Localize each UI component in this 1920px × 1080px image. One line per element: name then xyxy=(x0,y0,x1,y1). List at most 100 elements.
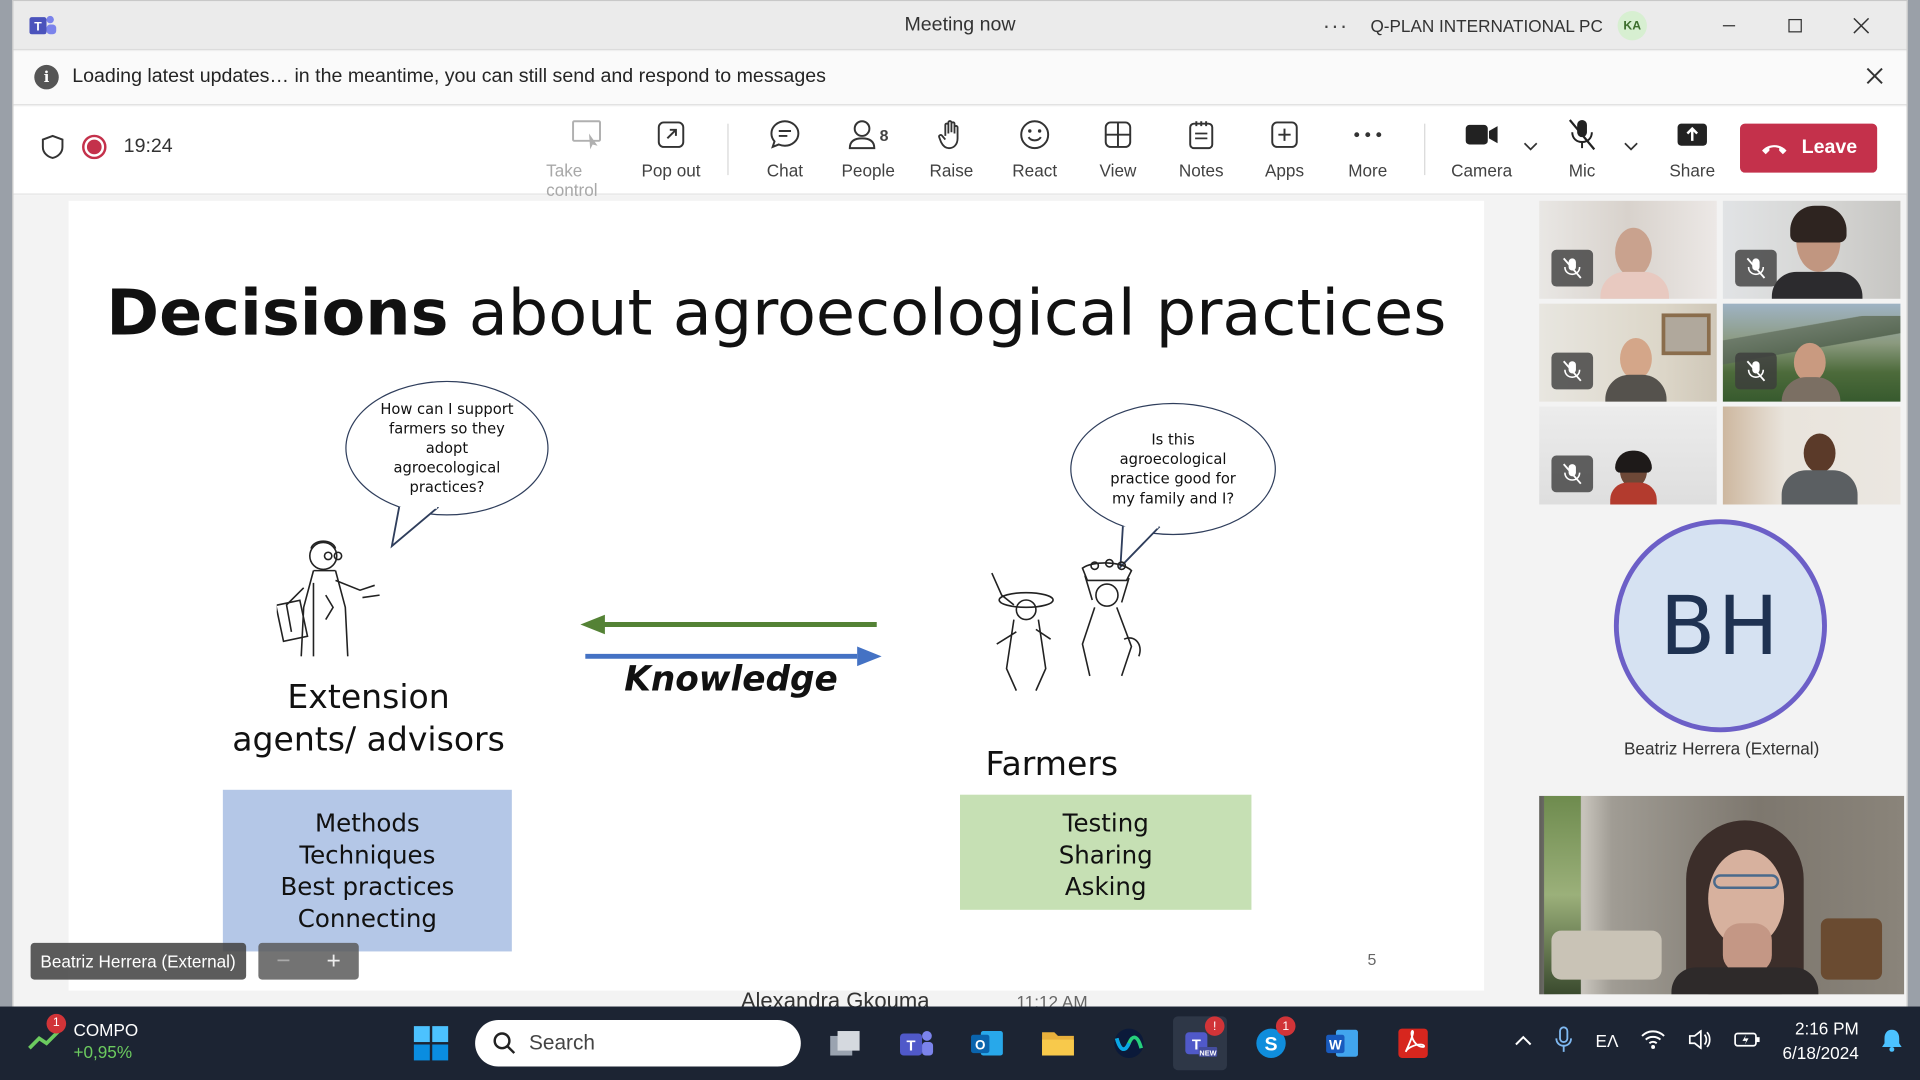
maximize-button[interactable] xyxy=(1762,1,1828,50)
smile-icon xyxy=(1020,120,1050,150)
camera-label: Camera xyxy=(1451,160,1513,181)
webex-app[interactable] xyxy=(1102,1016,1156,1070)
extension-agents-label: Extension agents/ advisors xyxy=(203,676,534,762)
participant-name: Beatriz Herrera (External) xyxy=(1623,738,1820,758)
muted-mic-icon xyxy=(1551,352,1594,390)
meeting-toolbar: 19:24 Take control Pop out Chat 8 People xyxy=(13,106,1907,200)
participant-video-tile[interactable] xyxy=(1722,303,1901,402)
right-speech-bubble: Is this agroecological practice good for… xyxy=(1070,402,1276,536)
camera-button[interactable]: Camera xyxy=(1440,116,1523,180)
clock[interactable]: 2:16 PM 6/18/2024 xyxy=(1783,1016,1859,1065)
chat-icon xyxy=(770,120,800,149)
participant-video-tile[interactable] xyxy=(1722,406,1901,505)
right-bubble-text: Is this agroecological practice good for… xyxy=(1110,431,1236,507)
teams-new-app[interactable]: T NEW! xyxy=(1173,1016,1227,1071)
word-icon: W xyxy=(1326,1029,1358,1057)
people-label: People xyxy=(841,160,895,181)
participant-video-tile[interactable] xyxy=(1722,200,1901,299)
microphone-tray-icon[interactable] xyxy=(1554,1025,1574,1057)
info-icon: i xyxy=(34,64,59,90)
left-speech-bubble: How can I support farmers so they adopt … xyxy=(345,380,549,516)
show-hidden-icons-chevron-icon[interactable] xyxy=(1515,1031,1532,1051)
shared-slide: Decisions about agroecological practices… xyxy=(68,200,1485,991)
participant-video-tile[interactable] xyxy=(1539,406,1717,505)
stock-widget[interactable]: 1 COMPO +0,95% xyxy=(27,1013,138,1063)
svg-text:W: W xyxy=(1329,1037,1342,1052)
outlook-app[interactable]: O xyxy=(960,1016,1014,1070)
clock-time: 2:16 PM xyxy=(1794,1018,1859,1039)
advisor-illustration xyxy=(276,540,380,657)
zoom-out-icon[interactable]: − xyxy=(276,947,290,975)
chat-button[interactable]: Chat xyxy=(743,116,826,180)
mic-button[interactable]: Mic xyxy=(1540,116,1623,180)
more-button[interactable]: More xyxy=(1326,116,1409,180)
camera-options-chevron-icon[interactable] xyxy=(1523,138,1540,155)
share-button[interactable]: Share xyxy=(1651,116,1734,180)
chat-label: Chat xyxy=(766,160,804,181)
file-explorer-app[interactable] xyxy=(1031,1016,1085,1070)
extension-label-line-2: agents/ advisors xyxy=(232,721,505,760)
teams-icon: T xyxy=(900,1031,934,1056)
acrobat-app[interactable] xyxy=(1386,1016,1440,1070)
self-view-video[interactable] xyxy=(1539,795,1905,995)
slide-title: Decisions about agroecological practices xyxy=(69,277,1485,350)
start-button[interactable] xyxy=(404,1016,458,1070)
language-indicator[interactable]: EΛ xyxy=(1596,1031,1619,1051)
raise-hand-button[interactable]: Raise xyxy=(910,116,993,180)
people-button[interactable]: 8 People xyxy=(827,116,910,180)
leave-button[interactable]: Leave xyxy=(1740,123,1878,173)
box-item: Methods xyxy=(315,808,420,838)
screen: T Meeting now ··· Q-PLAN INTERNATIONAL P… xyxy=(0,0,1920,1080)
skype-badge: 1 xyxy=(1275,1016,1296,1036)
leave-label: Leave xyxy=(1801,137,1858,158)
teams-app[interactable]: T xyxy=(889,1016,943,1070)
task-view-icon xyxy=(830,1031,860,1056)
update-banner: i Loading latest updates… in the meantim… xyxy=(13,51,1907,106)
system-tray: EΛ 2:16 PM 6/18/2024 xyxy=(1515,1016,1903,1065)
notes-button[interactable]: Notes xyxy=(1160,116,1243,180)
pop-out-label: Pop out xyxy=(641,160,701,181)
shield-icon[interactable] xyxy=(40,133,64,160)
more-label: More xyxy=(1348,160,1388,181)
zoom-in-icon[interactable]: + xyxy=(327,947,341,975)
participant-video-tile[interactable] xyxy=(1539,303,1717,402)
people-count: 8 xyxy=(879,125,889,144)
take-control-label: Take control xyxy=(546,160,598,200)
wifi-icon[interactable] xyxy=(1640,1029,1665,1052)
teams-meeting-window: T Meeting now ··· Q-PLAN INTERNATIONAL P… xyxy=(12,0,1908,1013)
take-control-button[interactable]: Take control xyxy=(546,116,629,200)
battery-icon[interactable] xyxy=(1733,1029,1761,1052)
alert-badge-icon: ! xyxy=(1204,1016,1225,1036)
mic-options-chevron-icon[interactable] xyxy=(1624,138,1641,155)
box-item: Connecting xyxy=(297,903,437,934)
react-button[interactable]: React xyxy=(993,116,1076,180)
featured-participant[interactable]: BH Beatriz Herrera (External) xyxy=(1539,516,1905,774)
close-banner-button[interactable] xyxy=(1865,61,1885,93)
left-bubble-text: How can I support farmers so they adopt … xyxy=(380,400,514,496)
folder-icon xyxy=(1042,1032,1074,1056)
view-button[interactable]: View xyxy=(1076,116,1159,180)
react-label: React xyxy=(1012,160,1058,181)
skype-app[interactable]: S1 xyxy=(1244,1016,1298,1070)
svg-text:T: T xyxy=(907,1039,916,1055)
methods-box: Methods Techniques Best practices Connec… xyxy=(222,789,512,952)
participant-video-tile[interactable] xyxy=(1539,200,1717,299)
raise-label: Raise xyxy=(929,160,974,181)
user-avatar[interactable]: KA xyxy=(1617,11,1647,41)
muted-mic-icon xyxy=(1551,455,1594,493)
share-label: Share xyxy=(1669,160,1716,181)
close-window-button[interactable] xyxy=(1828,1,1894,50)
slide-title-bold: Decisions xyxy=(106,276,449,351)
clock-date: 6/18/2024 xyxy=(1782,1043,1859,1063)
apps-button[interactable]: Apps xyxy=(1243,116,1326,180)
taskbar-search[interactable]: Search xyxy=(475,1020,801,1067)
word-app[interactable]: W xyxy=(1315,1016,1369,1070)
volume-icon[interactable] xyxy=(1687,1028,1711,1052)
more-options-icon[interactable]: ··· xyxy=(1323,13,1349,39)
task-view-button[interactable] xyxy=(818,1016,872,1070)
minimize-button[interactable] xyxy=(1696,1,1762,50)
pop-out-button[interactable]: Pop out xyxy=(629,116,712,180)
pop-out-icon xyxy=(657,121,685,148)
notification-bell-icon[interactable] xyxy=(1881,1027,1903,1055)
notes-label: Notes xyxy=(1178,160,1224,181)
